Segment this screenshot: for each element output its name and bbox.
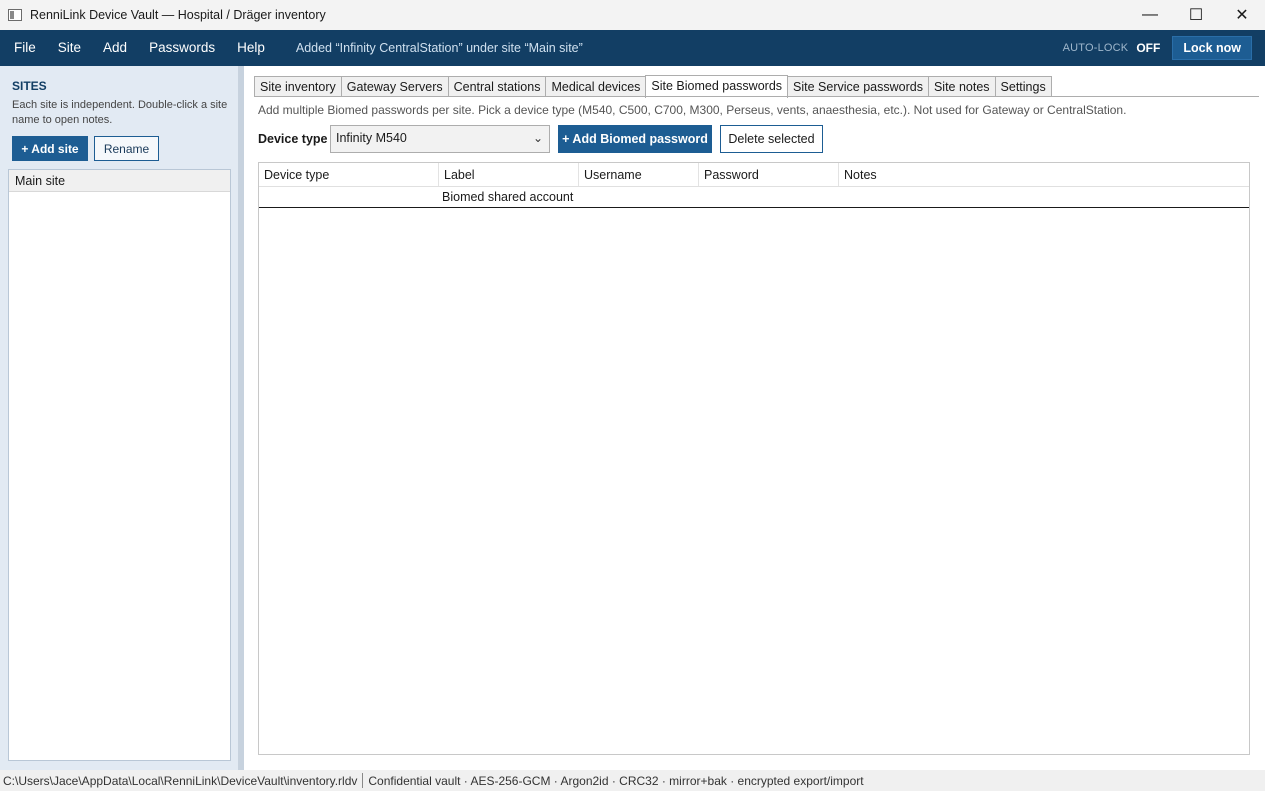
tab-site-biomed-passwords[interactable]: Site Biomed passwords <box>645 75 789 98</box>
window-title: RenniLink Device Vault — Hospital / Dräg… <box>30 8 326 22</box>
tab-site-notes[interactable]: Site notes <box>927 76 996 97</box>
title-bar: RenniLink Device Vault — Hospital / Dräg… <box>0 0 1265 30</box>
cell-notes[interactable] <box>839 187 1249 207</box>
autolock-state[interactable]: OFF <box>1136 41 1160 55</box>
table-row[interactable]: Biomed shared account <box>259 187 1249 208</box>
tab-divider <box>254 96 1259 97</box>
table-header: Device type Label Username Password Note… <box>259 163 1249 187</box>
tab-settings[interactable]: Settings <box>994 76 1052 97</box>
column-header-notes[interactable]: Notes <box>839 163 1249 186</box>
biomed-hint: Add multiple Biomed passwords per site. … <box>258 103 1127 117</box>
site-item-main[interactable]: Main site <box>9 170 230 192</box>
cell-device-type[interactable] <box>259 187 439 207</box>
lock-now-button[interactable]: Lock now <box>1172 36 1252 60</box>
menu-add[interactable]: Add <box>92 30 138 66</box>
autolock-label: AUTO-LOCK <box>1062 42 1129 54</box>
status-separator <box>362 773 364 788</box>
window-controls: — ☐ ✕ <box>1127 0 1265 30</box>
tab-strip: Site inventory Gateway Servers Central s… <box>254 74 1052 98</box>
add-site-button[interactable]: + Add site <box>12 136 88 161</box>
minimize-icon[interactable]: — <box>1127 0 1173 30</box>
tab-gateway-servers[interactable]: Gateway Servers <box>340 76 449 97</box>
device-type-label: Device type <box>258 132 328 146</box>
status-bar: C:\Users\Jace\AppData\Local\RenniLink\De… <box>0 770 1265 791</box>
cell-username[interactable] <box>579 187 699 207</box>
sites-header: SITES <box>12 79 47 93</box>
menu-help[interactable]: Help <box>226 30 276 66</box>
tab-site-inventory[interactable]: Site inventory <box>254 76 342 97</box>
tab-medical-devices[interactable]: Medical devices <box>545 76 647 97</box>
biomed-passwords-table[interactable]: Device type Label Username Password Note… <box>258 162 1250 755</box>
app-icon <box>8 9 22 21</box>
add-biomed-password-button[interactable]: + Add Biomed password <box>558 125 712 153</box>
sites-panel: SITES Each site is independent. Double-c… <box>0 66 238 770</box>
column-header-device-type[interactable]: Device type <box>259 163 439 186</box>
column-header-password[interactable]: Password <box>699 163 839 186</box>
autolock-area: AUTO-LOCK OFF Lock now <box>1063 36 1252 60</box>
menu-file[interactable]: File <box>0 30 47 66</box>
rename-button[interactable]: Rename <box>94 136 159 161</box>
vault-path: C:\Users\Jace\AppData\Local\RenniLink\De… <box>3 773 358 788</box>
cell-label[interactable]: Biomed shared account <box>439 187 579 207</box>
cell-password[interactable] <box>699 187 839 207</box>
site-list[interactable]: Main site <box>8 169 231 761</box>
tab-central-stations[interactable]: Central stations <box>447 76 547 97</box>
menu-bar: File Site Add Passwords Help Added “Infi… <box>0 30 1265 66</box>
chevron-down-icon: ⌄ <box>532 131 543 145</box>
close-icon[interactable]: ✕ <box>1219 0 1265 30</box>
status-message: Added “Infinity CentralStation” under si… <box>295 41 583 55</box>
sites-description: Each site is independent. Double-click a… <box>12 99 228 126</box>
column-header-username[interactable]: Username <box>579 163 699 186</box>
menu-site[interactable]: Site <box>47 30 92 66</box>
device-type-value: Infinity M540 <box>336 131 407 145</box>
column-header-label[interactable]: Label <box>439 163 579 186</box>
vault-info: Confidential vault · AES-256-GCM · Argon… <box>368 773 864 788</box>
menu-passwords[interactable]: Passwords <box>138 30 226 66</box>
device-type-select[interactable]: Infinity M540 ⌄ <box>330 125 550 153</box>
maximize-icon[interactable]: ☐ <box>1173 0 1219 30</box>
tab-site-service-passwords[interactable]: Site Service passwords <box>787 76 929 97</box>
main-area: Site inventory Gateway Servers Central s… <box>244 66 1265 770</box>
delete-selected-button[interactable]: Delete selected <box>720 125 823 153</box>
